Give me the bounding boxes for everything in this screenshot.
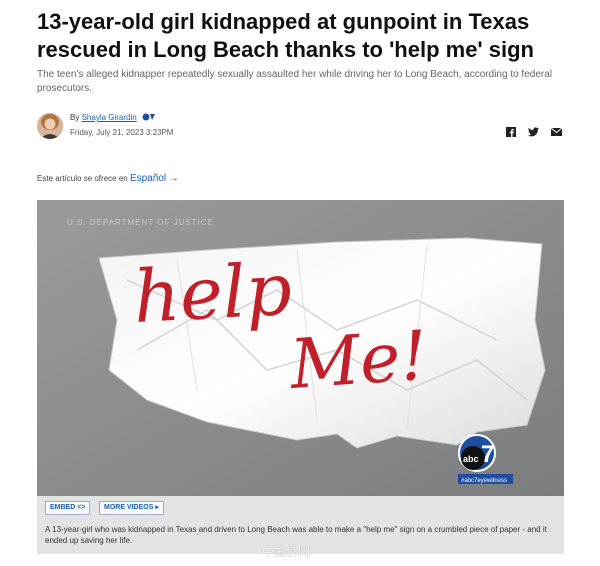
publish-date: Friday, July 21, 2023 3:23PM (70, 128, 174, 137)
author-avatar[interactable] (37, 113, 63, 139)
abc-hashtag: #abc7eyewitness (461, 478, 507, 484)
video-player[interactable]: help Me! U.S. DEPARTMENT OF JUSTICE abc … (37, 200, 564, 496)
facebook-icon[interactable] (506, 127, 516, 137)
article-headline: 13-year-old girl kidnapped at gunpoint i… (37, 9, 534, 62)
byline-prefix: By (70, 113, 80, 123)
abc-logo-text: abc (463, 454, 479, 464)
note-line-help: help (131, 247, 293, 339)
byline: By Shayla Girardin Friday, July 21, 2023… (37, 113, 562, 143)
twitter-icon[interactable] (528, 127, 539, 137)
video-controls: EMBED <> MORE VIDEOS ▸ (37, 496, 564, 520)
author-line: By Shayla Girardin (70, 113, 156, 123)
source-credit: U.S. DEPARTMENT OF JUSTICE (67, 218, 214, 227)
spanish-version-link[interactable]: Español → (130, 173, 179, 184)
abc-logo-number: 7 (481, 441, 494, 468)
author-link[interactable]: Shayla Girardin (82, 113, 137, 122)
language-notice-text: Este artículo se ofrece en (37, 174, 128, 183)
play-triangle-icon: ▸ (155, 504, 159, 511)
arrow-right-icon: → (168, 173, 179, 184)
language-notice: Este artículo se ofrece en Español → (37, 173, 179, 184)
watermark: 中国侨网 (262, 545, 311, 559)
more-videos-label: MORE VIDEOS (104, 504, 154, 511)
embed-button[interactable]: EMBED <> (45, 501, 91, 515)
note-line-me: Me! (286, 317, 430, 406)
station-badge-icon (142, 113, 156, 123)
more-videos-button[interactable]: MORE VIDEOS ▸ (99, 501, 164, 515)
article-subhead: The teen's alleged kidnapper repeatedly … (37, 69, 553, 94)
email-icon[interactable] (551, 128, 562, 136)
share-bar (506, 127, 562, 137)
spanish-link-label: Español (129, 173, 167, 184)
